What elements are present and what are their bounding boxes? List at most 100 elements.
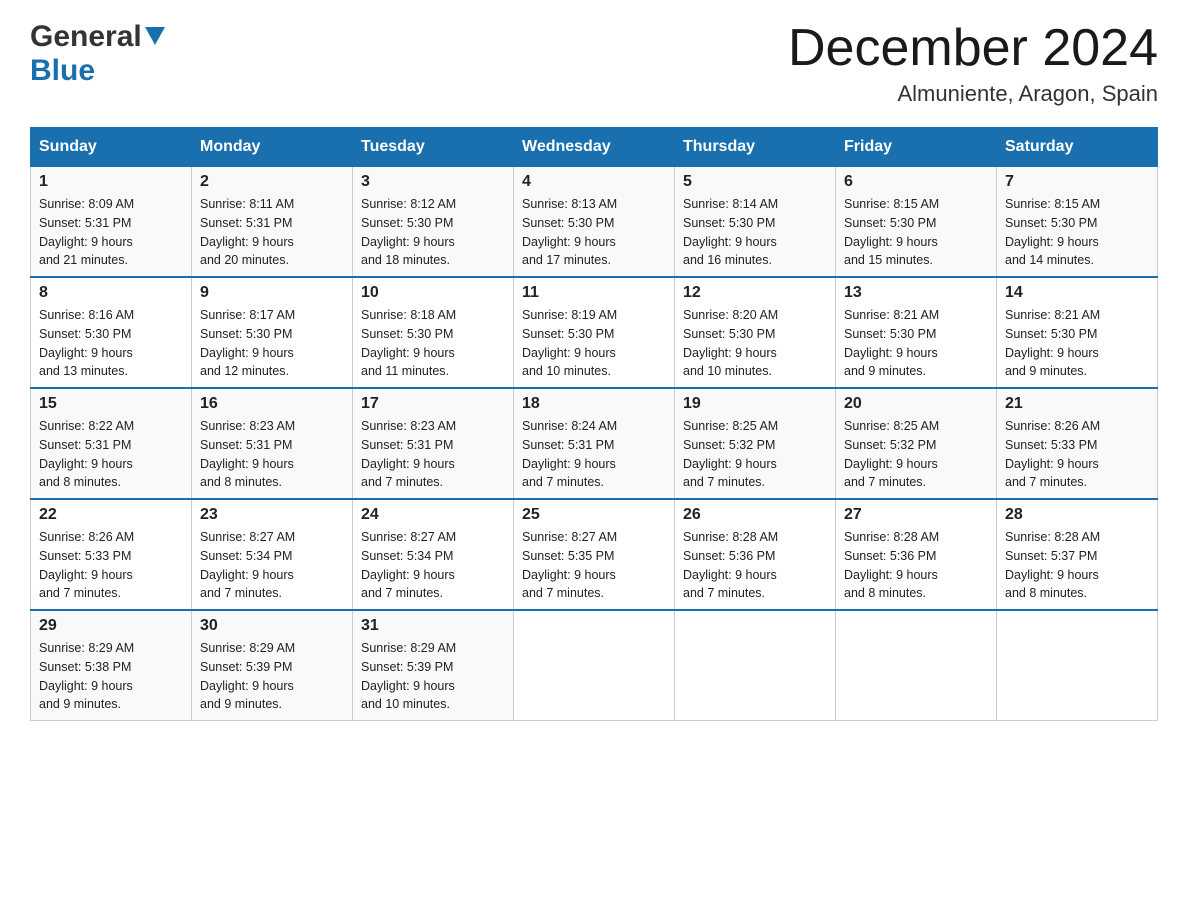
calendar-cell: 26 Sunrise: 8:28 AM Sunset: 5:36 PM Dayl… <box>675 499 836 610</box>
day-number: 16 <box>200 395 344 413</box>
day-info: Sunrise: 8:17 AM Sunset: 5:30 PM Dayligh… <box>200 306 344 381</box>
day-number: 10 <box>361 284 505 302</box>
week-row-5: 29 Sunrise: 8:29 AM Sunset: 5:38 PM Dayl… <box>31 610 1158 721</box>
day-info: Sunrise: 8:15 AM Sunset: 5:30 PM Dayligh… <box>844 195 988 270</box>
day-info: Sunrise: 8:25 AM Sunset: 5:32 PM Dayligh… <box>683 417 827 492</box>
calendar-cell: 31 Sunrise: 8:29 AM Sunset: 5:39 PM Dayl… <box>353 610 514 721</box>
calendar-cell: 3 Sunrise: 8:12 AM Sunset: 5:30 PM Dayli… <box>353 167 514 278</box>
day-number: 17 <box>361 395 505 413</box>
day-info: Sunrise: 8:26 AM Sunset: 5:33 PM Dayligh… <box>1005 417 1149 492</box>
day-number: 19 <box>683 395 827 413</box>
calendar-cell: 18 Sunrise: 8:24 AM Sunset: 5:31 PM Dayl… <box>514 388 675 499</box>
calendar-cell: 9 Sunrise: 8:17 AM Sunset: 5:30 PM Dayli… <box>192 277 353 388</box>
day-info: Sunrise: 8:29 AM Sunset: 5:38 PM Dayligh… <box>39 639 183 714</box>
day-info: Sunrise: 8:24 AM Sunset: 5:31 PM Dayligh… <box>522 417 666 492</box>
calendar-cell: 17 Sunrise: 8:23 AM Sunset: 5:31 PM Dayl… <box>353 388 514 499</box>
day-info: Sunrise: 8:27 AM Sunset: 5:35 PM Dayligh… <box>522 528 666 603</box>
calendar-cell: 15 Sunrise: 8:22 AM Sunset: 5:31 PM Dayl… <box>31 388 192 499</box>
header-monday: Monday <box>192 128 353 167</box>
week-row-3: 15 Sunrise: 8:22 AM Sunset: 5:31 PM Dayl… <box>31 388 1158 499</box>
day-number: 22 <box>39 506 183 524</box>
calendar-cell: 30 Sunrise: 8:29 AM Sunset: 5:39 PM Dayl… <box>192 610 353 721</box>
calendar-cell: 7 Sunrise: 8:15 AM Sunset: 5:30 PM Dayli… <box>997 167 1158 278</box>
calendar-cell <box>514 610 675 721</box>
day-header-row: Sunday Monday Tuesday Wednesday Thursday… <box>31 128 1158 167</box>
day-info: Sunrise: 8:23 AM Sunset: 5:31 PM Dayligh… <box>200 417 344 492</box>
calendar-cell: 11 Sunrise: 8:19 AM Sunset: 5:30 PM Dayl… <box>514 277 675 388</box>
day-number: 27 <box>844 506 988 524</box>
calendar-cell: 5 Sunrise: 8:14 AM Sunset: 5:30 PM Dayli… <box>675 167 836 278</box>
title-block: December 2024 Almuniente, Aragon, Spain <box>788 20 1158 107</box>
logo-blue-text: Blue <box>30 54 95 87</box>
header-thursday: Thursday <box>675 128 836 167</box>
week-row-1: 1 Sunrise: 8:09 AM Sunset: 5:31 PM Dayli… <box>31 167 1158 278</box>
week-row-2: 8 Sunrise: 8:16 AM Sunset: 5:30 PM Dayli… <box>31 277 1158 388</box>
day-info: Sunrise: 8:27 AM Sunset: 5:34 PM Dayligh… <box>200 528 344 603</box>
day-number: 12 <box>683 284 827 302</box>
day-info: Sunrise: 8:19 AM Sunset: 5:30 PM Dayligh… <box>522 306 666 381</box>
calendar-cell: 14 Sunrise: 8:21 AM Sunset: 5:30 PM Dayl… <box>997 277 1158 388</box>
calendar-cell: 12 Sunrise: 8:20 AM Sunset: 5:30 PM Dayl… <box>675 277 836 388</box>
day-number: 20 <box>844 395 988 413</box>
day-info: Sunrise: 8:11 AM Sunset: 5:31 PM Dayligh… <box>200 195 344 270</box>
calendar-cell: 25 Sunrise: 8:27 AM Sunset: 5:35 PM Dayl… <box>514 499 675 610</box>
logo-general-text: General <box>30 20 142 54</box>
calendar-cell <box>675 610 836 721</box>
calendar-cell: 10 Sunrise: 8:18 AM Sunset: 5:30 PM Dayl… <box>353 277 514 388</box>
day-number: 8 <box>39 284 183 302</box>
day-number: 18 <box>522 395 666 413</box>
location-subtitle: Almuniente, Aragon, Spain <box>788 81 1158 107</box>
header-tuesday: Tuesday <box>353 128 514 167</box>
day-info: Sunrise: 8:16 AM Sunset: 5:30 PM Dayligh… <box>39 306 183 381</box>
header-saturday: Saturday <box>997 128 1158 167</box>
calendar-cell: 13 Sunrise: 8:21 AM Sunset: 5:30 PM Dayl… <box>836 277 997 388</box>
header-friday: Friday <box>836 128 997 167</box>
page-header: General Blue December 2024 Almuniente, A… <box>30 20 1158 107</box>
calendar-cell: 21 Sunrise: 8:26 AM Sunset: 5:33 PM Dayl… <box>997 388 1158 499</box>
day-info: Sunrise: 8:14 AM Sunset: 5:30 PM Dayligh… <box>683 195 827 270</box>
calendar-table: Sunday Monday Tuesday Wednesday Thursday… <box>30 127 1158 721</box>
day-info: Sunrise: 8:25 AM Sunset: 5:32 PM Dayligh… <box>844 417 988 492</box>
calendar-cell: 19 Sunrise: 8:25 AM Sunset: 5:32 PM Dayl… <box>675 388 836 499</box>
calendar-cell: 29 Sunrise: 8:29 AM Sunset: 5:38 PM Dayl… <box>31 610 192 721</box>
day-info: Sunrise: 8:26 AM Sunset: 5:33 PM Dayligh… <box>39 528 183 603</box>
day-info: Sunrise: 8:09 AM Sunset: 5:31 PM Dayligh… <box>39 195 183 270</box>
day-number: 28 <box>1005 506 1149 524</box>
day-info: Sunrise: 8:18 AM Sunset: 5:30 PM Dayligh… <box>361 306 505 381</box>
calendar-cell: 2 Sunrise: 8:11 AM Sunset: 5:31 PM Dayli… <box>192 167 353 278</box>
calendar-cell: 22 Sunrise: 8:26 AM Sunset: 5:33 PM Dayl… <box>31 499 192 610</box>
calendar-cell: 8 Sunrise: 8:16 AM Sunset: 5:30 PM Dayli… <box>31 277 192 388</box>
header-sunday: Sunday <box>31 128 192 167</box>
day-info: Sunrise: 8:28 AM Sunset: 5:37 PM Dayligh… <box>1005 528 1149 603</box>
day-info: Sunrise: 8:28 AM Sunset: 5:36 PM Dayligh… <box>844 528 988 603</box>
day-number: 2 <box>200 173 344 191</box>
header-wednesday: Wednesday <box>514 128 675 167</box>
day-info: Sunrise: 8:29 AM Sunset: 5:39 PM Dayligh… <box>200 639 344 714</box>
day-info: Sunrise: 8:15 AM Sunset: 5:30 PM Dayligh… <box>1005 195 1149 270</box>
day-number: 23 <box>200 506 344 524</box>
day-number: 5 <box>683 173 827 191</box>
day-number: 3 <box>361 173 505 191</box>
week-row-4: 22 Sunrise: 8:26 AM Sunset: 5:33 PM Dayl… <box>31 499 1158 610</box>
calendar-cell: 1 Sunrise: 8:09 AM Sunset: 5:31 PM Dayli… <box>31 167 192 278</box>
day-number: 25 <box>522 506 666 524</box>
calendar-cell: 24 Sunrise: 8:27 AM Sunset: 5:34 PM Dayl… <box>353 499 514 610</box>
day-number: 11 <box>522 284 666 302</box>
day-info: Sunrise: 8:27 AM Sunset: 5:34 PM Dayligh… <box>361 528 505 603</box>
day-number: 21 <box>1005 395 1149 413</box>
day-number: 6 <box>844 173 988 191</box>
calendar-cell: 23 Sunrise: 8:27 AM Sunset: 5:34 PM Dayl… <box>192 499 353 610</box>
day-info: Sunrise: 8:29 AM Sunset: 5:39 PM Dayligh… <box>361 639 505 714</box>
day-number: 13 <box>844 284 988 302</box>
day-info: Sunrise: 8:28 AM Sunset: 5:36 PM Dayligh… <box>683 528 827 603</box>
logo-arrow-icon <box>145 27 165 50</box>
day-info: Sunrise: 8:21 AM Sunset: 5:30 PM Dayligh… <box>1005 306 1149 381</box>
calendar-cell <box>997 610 1158 721</box>
logo: General Blue <box>30 20 165 88</box>
day-number: 15 <box>39 395 183 413</box>
day-number: 24 <box>361 506 505 524</box>
calendar-cell: 27 Sunrise: 8:28 AM Sunset: 5:36 PM Dayl… <box>836 499 997 610</box>
day-number: 4 <box>522 173 666 191</box>
day-number: 7 <box>1005 173 1149 191</box>
day-info: Sunrise: 8:13 AM Sunset: 5:30 PM Dayligh… <box>522 195 666 270</box>
